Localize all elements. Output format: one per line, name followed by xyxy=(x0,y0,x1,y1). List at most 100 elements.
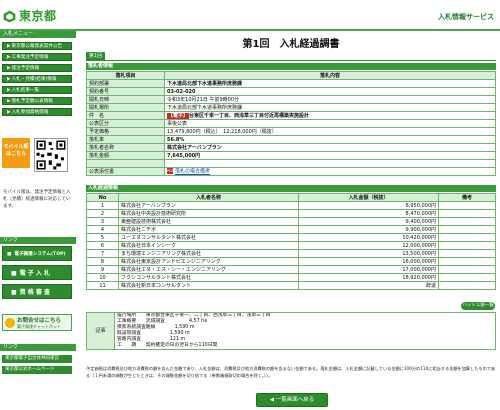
cell-amt: 6,950,000円 xyxy=(298,201,439,210)
table-row: 8 株式会社東京設計アンドビエンジニアリング 16,000,000円 xyxy=(86,257,496,266)
sidebar-section-links: リンク xyxy=(0,237,76,244)
remarks-line: 工 期 契約確定の日の翌日から110日間 xyxy=(117,343,218,348)
cell-no: 3 xyxy=(86,217,119,226)
cell-no: 9 xyxy=(86,265,119,274)
column-header: 落札項目 xyxy=(86,71,165,80)
row-key: 落札率 xyxy=(86,135,165,144)
row-key: 開札日時 xyxy=(86,95,165,104)
table-row: 予定価格 13,479,800円（税込） 12,218,000円（税抜） xyxy=(86,127,496,136)
e-bidding-button[interactable]: ■ 電 子 入 札 xyxy=(2,265,72,280)
table-row xyxy=(86,159,496,168)
cell-no: 11 xyxy=(86,281,119,290)
button-label: 電 子 入 札 xyxy=(19,270,50,277)
value-text: 13,479,800円（税込） 12,218,000円（税抜） xyxy=(167,128,277,135)
link-tokyo-official[interactable]: 東京都公式ホームページ xyxy=(2,366,72,374)
mobile-block: モバイル版 はこちら xyxy=(2,138,72,178)
cell-name: 株式会社東京設計アンドビエンジニアリング xyxy=(118,257,299,266)
cell-no: 8 xyxy=(86,257,119,266)
table-row: 6 株式会社日本インシーク 12,000,000円 xyxy=(86,241,496,250)
cell-amt: 12,000,000円 xyxy=(298,241,439,250)
row-key: 契約部署 xyxy=(86,79,165,88)
table-row: 5 ユーエヌコンサルタント株式会社 10,420,000円 xyxy=(86,233,496,242)
value-text: 03-02-020 xyxy=(167,88,196,95)
inquiry-button[interactable]: お問合せはこちら 電子調達チャットボット xyxy=(2,314,72,331)
sidebar-item-kouhou[interactable]: ▶東京都公報発表案件公告 xyxy=(2,42,72,50)
sidebar-item-kekka-ichiran[interactable]: ▶入札結果一覧 xyxy=(2,86,72,94)
sidebar-item-kouji-yotei[interactable]: ▶工事発注予定情報 xyxy=(2,53,72,61)
row-value: 03-02-020 xyxy=(164,87,496,96)
button-label: 資 格 審 査 xyxy=(19,289,50,296)
value-text: 下水道局北部下水道事務所庶務課 xyxy=(167,80,243,87)
cell-name: 株式会社エヌ・エス・シー・エンジニアリング xyxy=(118,265,299,274)
service-title: 入札情報サービス xyxy=(438,13,494,21)
row-key: 公表添付書 xyxy=(86,167,165,176)
qualification-button[interactable]: ■ 資 格 審 査 xyxy=(2,284,72,299)
electronic-tag: 【電子】 xyxy=(167,112,190,119)
section-winner-info: 落札者情報 xyxy=(86,63,496,70)
cell-no: 1 xyxy=(86,201,119,210)
table-row: 件 名【電子】台東区千束一丁目、西浅草三丁目付近再構築実施設計 xyxy=(86,111,496,120)
cell-no: 7 xyxy=(86,249,119,258)
table-row: 2 株式会社中央設計技術研究所 8,470,000円 xyxy=(86,209,496,218)
column-header: 入札者名称 xyxy=(118,193,299,202)
link-kyodo-unei[interactable]: 東京都電子自治体共同運営 xyxy=(2,355,72,363)
e-procurement-top-button[interactable]: ■ 電子調達システム(TOP) xyxy=(2,246,72,261)
row-value: 【電子】台東区千束一丁目、西浅草三丁目付近再構築実施設計 xyxy=(164,111,496,120)
cell-name: 株式会社日本インシーク xyxy=(118,241,299,250)
cell-note xyxy=(438,241,496,250)
row-value: 株式会社アーバンプラン xyxy=(164,143,496,152)
value-text: 下水道局北部下水道事務所庶務課 xyxy=(167,104,243,111)
sidebar-section-menu: 入札メニュー xyxy=(0,31,76,38)
chatbot-icon xyxy=(5,318,15,328)
sidebar-item-yoteigaku[interactable]: ▶落札予定額公表情報 xyxy=(2,97,72,105)
row-value: 下水道局北部下水道事務所庶務課 xyxy=(164,79,496,88)
mobile-version-button[interactable]: モバイル版 はこちら xyxy=(2,138,30,168)
row-value xyxy=(164,159,496,168)
row-key: 件 名 xyxy=(86,111,165,120)
cell-note xyxy=(438,273,496,282)
sidebar-item-shikaku[interactable]: ▶入札参加資格情報 xyxy=(2,108,72,116)
value-text: 7,645,000円 xyxy=(167,152,201,159)
row-value: 13,479,800円（税込） 12,218,000円（税抜） xyxy=(164,127,496,136)
cell-name: 株式会社新日本コンサルタント xyxy=(118,281,299,290)
column-header: 備考 xyxy=(438,193,496,202)
back-to-list-button[interactable]: ◀ 一覧画面へ戻る xyxy=(256,393,328,407)
cell-name: 株式会社アーバンプラン xyxy=(118,201,299,210)
inquiry-sub: 電子調達チャットボット xyxy=(17,324,61,329)
cell-amt: 9,400,000円 xyxy=(298,217,439,226)
column-header: No xyxy=(86,193,119,202)
sidebar-item-label: 入札参加資格情報 xyxy=(11,110,49,115)
table-row: 落札者名称 株式会社アーバンプラン xyxy=(86,143,496,152)
attachment-link[interactable]: 落札の場合備考 xyxy=(175,169,210,175)
logo-text[interactable]: 東京都 xyxy=(19,10,57,23)
pdf-icon: PDF xyxy=(167,168,174,175)
sidebar-item-label: 東京都公報発表案件公告 xyxy=(11,44,63,49)
tokyo-logo-icon xyxy=(3,10,16,23)
mobile-badge-label: モバイル版 はこちら xyxy=(3,144,29,157)
row-value[interactable]: PDF落札の場合備考 xyxy=(164,167,496,176)
hash-list-button[interactable]: ハッシュ値一覧 xyxy=(461,302,495,310)
cell-amt: 辞退 xyxy=(298,281,439,290)
sidebar-section-bottom: リンク xyxy=(0,344,76,351)
table-row: 公表区分 事後公表 xyxy=(86,119,496,128)
table-row: 10 フクシコンサルタント株式会社 18,920,000円 xyxy=(86,273,496,282)
sidebar-item-label: 発注予定情報 xyxy=(11,66,40,71)
cell-name: ユーエヌコンサルタント株式会社 xyxy=(118,233,299,242)
row-key: 予定価格 xyxy=(86,127,165,136)
bid-table: No 入札者名称 入札金額（税抜） 備考 1 株式会社アーバンプラン 6,950,0… xyxy=(86,193,496,290)
cell-no: 2 xyxy=(86,209,119,218)
table-row: 9 株式会社エヌ・エス・シー・エンジニアリング 17,000,000円 xyxy=(86,265,496,274)
table-header-row: No 入札者名称 入札金額（税抜） 備考 xyxy=(86,193,496,202)
remarks-body: 履行場所 東京都台東区千束一、二丁目、西浅草三丁目、浅草三丁目 工事概要 流域調査… xyxy=(114,312,496,350)
cell-amt: 8,470,000円 xyxy=(298,209,439,218)
row-value: 令和3年10月21日 午前9時00分 xyxy=(164,95,496,104)
page-title: 第1回 入札経過調書 xyxy=(242,39,340,50)
table-row: 契約番号 03-02-020 xyxy=(86,87,496,96)
sidebar-item-hacchu-yotei[interactable]: ▶発注予定情報 xyxy=(2,64,72,72)
cell-no: 6 xyxy=(86,241,119,250)
value-text: 台東区千束一丁目、西浅草三丁目付近再構築実施設計 xyxy=(189,112,310,119)
row-key: 契約番号 xyxy=(86,87,165,96)
cell-note xyxy=(438,209,496,218)
table-row: 4 株式会社ニチボ 9,900,000円 xyxy=(86,225,496,234)
sidebar-item-kekka[interactable]: ▶入札・見積(結果)情報 xyxy=(2,75,72,83)
